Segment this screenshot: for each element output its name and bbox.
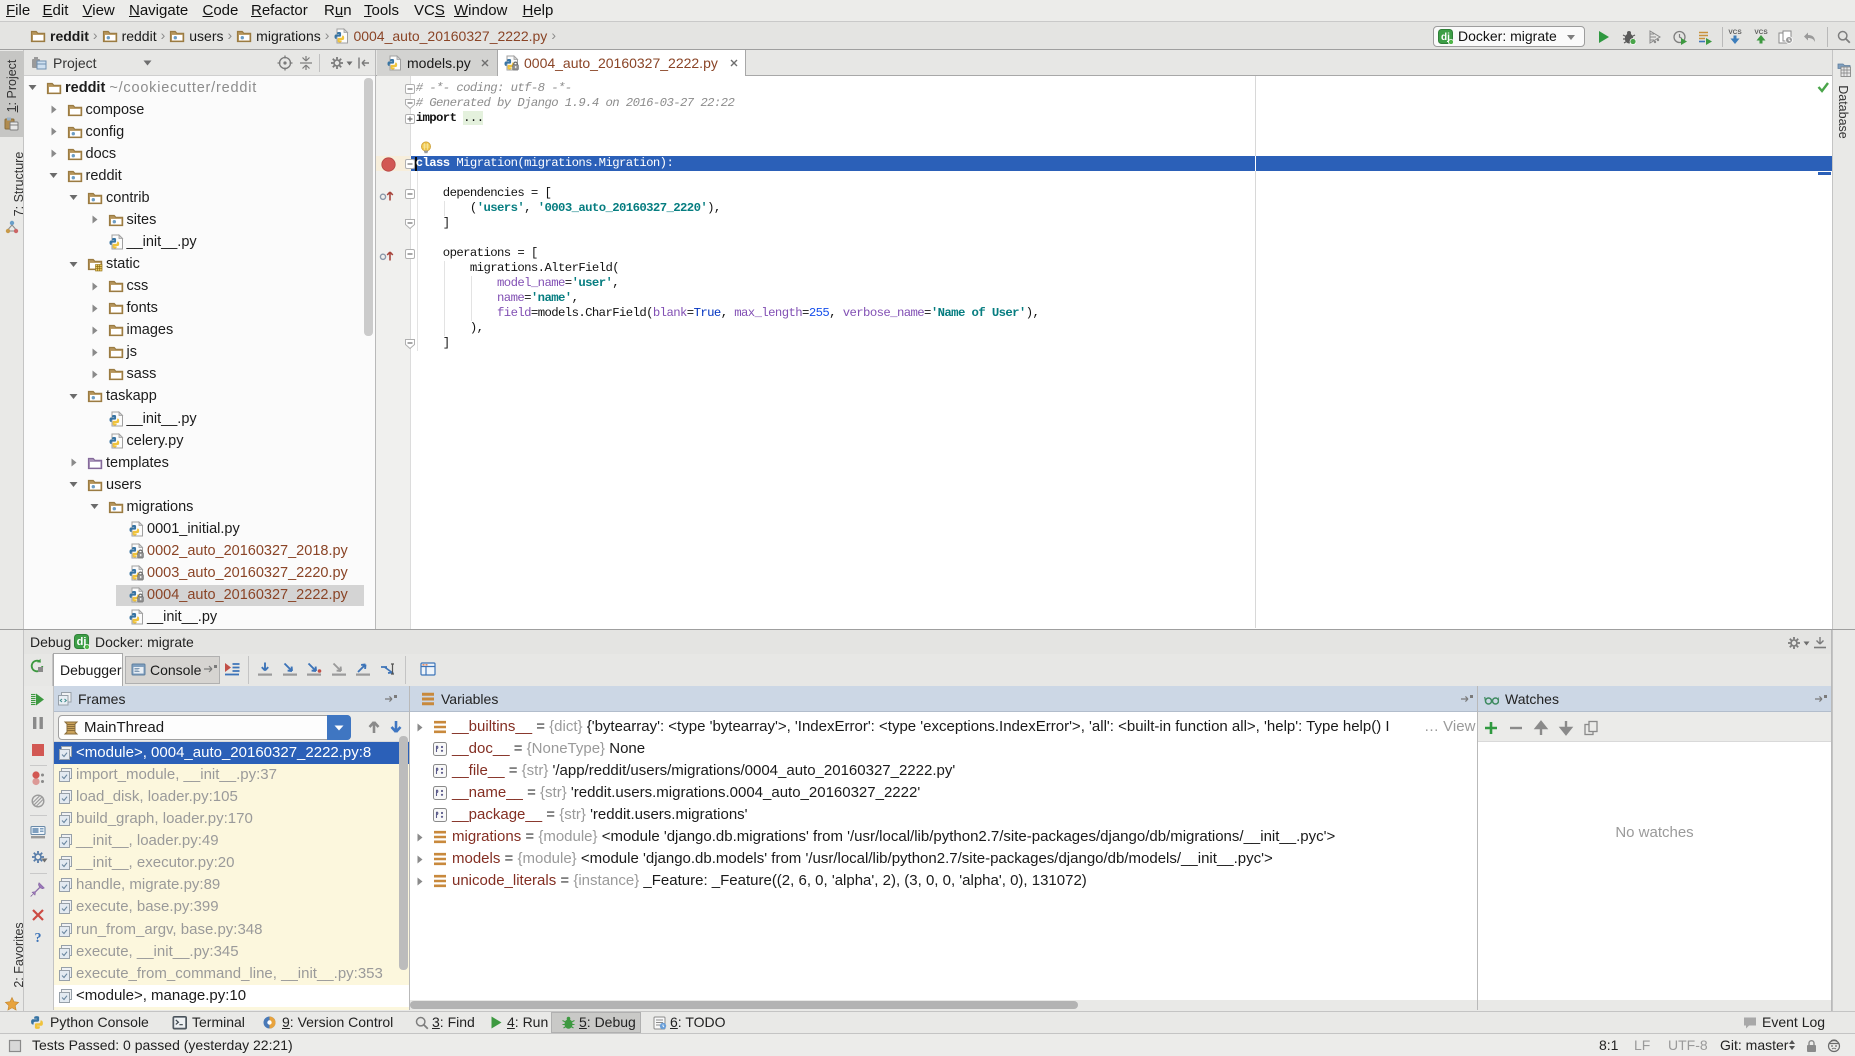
svg-text:VCS: VCS bbox=[1728, 29, 1742, 36]
svg-text:VCS: VCS bbox=[1754, 29, 1768, 36]
svg-text:?: ? bbox=[35, 931, 42, 945]
